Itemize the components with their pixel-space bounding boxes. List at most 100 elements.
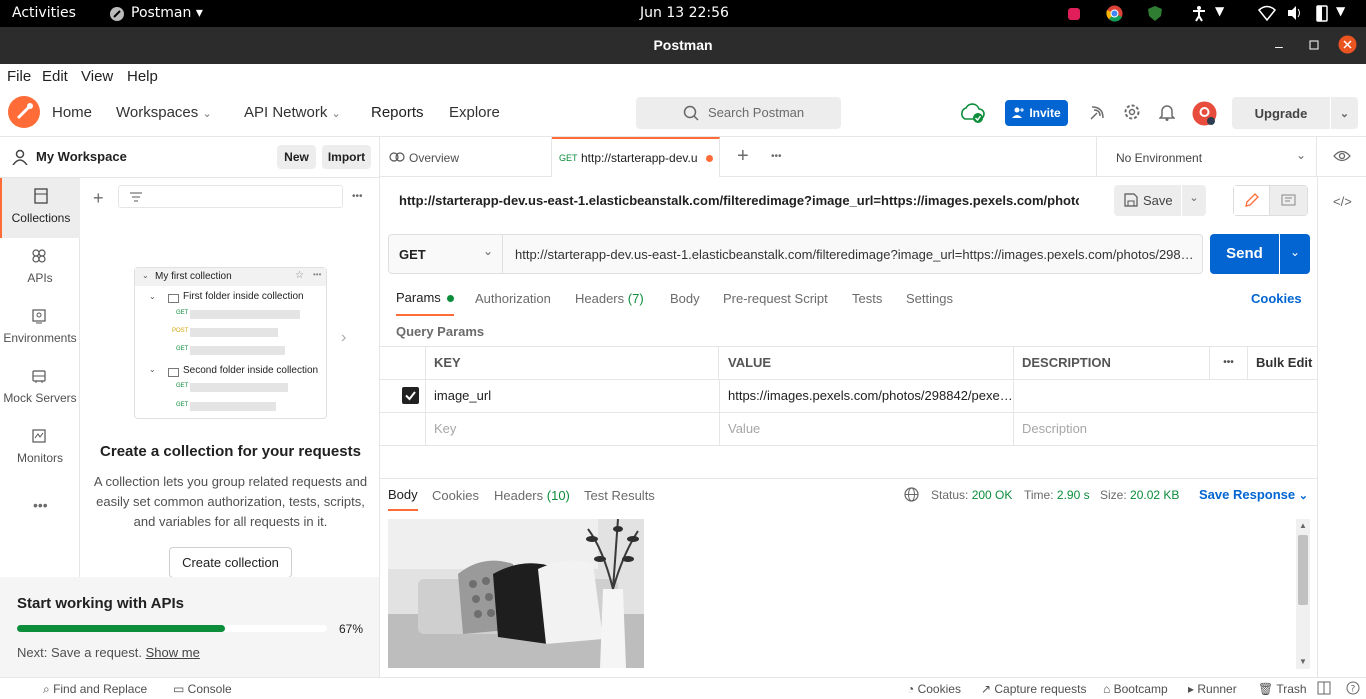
new-button[interactable]: New [277, 145, 316, 169]
save-response-button[interactable]: Save Response ⌄ [1199, 487, 1308, 502]
subtab-params[interactable]: Params [396, 290, 455, 316]
app-menu-button[interactable]: Postman ▾ [131, 5, 203, 21]
param-value-input[interactable]: https://images.pexels.com/photos/298842/… [720, 380, 1014, 412]
sync-status-icon[interactable] [959, 101, 985, 128]
maximize-icon[interactable] [1309, 38, 1319, 53]
eye-icon[interactable] [1333, 150, 1351, 165]
globe-icon[interactable] [904, 487, 919, 505]
sidebar-item-mock-servers[interactable]: Mock Servers [0, 358, 80, 418]
sidebar-item-environments[interactable]: Environments [0, 298, 80, 358]
subtab-authorization[interactable]: Authorization [475, 291, 551, 306]
subtab-tests[interactable]: Tests [852, 291, 882, 306]
filter-input[interactable] [118, 185, 343, 208]
cookies-button[interactable]: ◔ Cookies [907, 682, 961, 696]
upgrade-button[interactable]: Upgrade [1232, 97, 1330, 129]
response-tab-body[interactable]: Body [388, 487, 418, 511]
postman-logo-icon[interactable] [8, 96, 40, 131]
minimize-icon[interactable]: – [1275, 38, 1283, 54]
search-box[interactable]: Search Postman [636, 97, 841, 129]
table-options-icon[interactable]: ••• [1210, 346, 1248, 379]
create-collection-button[interactable]: Create collection [169, 547, 292, 578]
new-value-input[interactable]: Value [720, 413, 1014, 445]
nav-reports[interactable]: Reports [371, 104, 424, 121]
edit-pencil-icon[interactable] [1234, 186, 1270, 215]
add-user-icon [1012, 106, 1025, 121]
clock[interactable]: Jun 13 22:56 [640, 5, 729, 21]
menu-help[interactable]: Help [127, 68, 158, 85]
runner-button[interactable]: ▸ Runner [1188, 682, 1237, 696]
sidebar-item-apis[interactable]: APIs [0, 238, 80, 298]
new-tab-icon[interactable]: + [737, 145, 749, 168]
avatar[interactable] [1192, 101, 1217, 129]
code-snippet-icon[interactable]: </> [1333, 194, 1352, 209]
help-icon[interactable]: ? [1346, 681, 1360, 698]
send-button[interactable]: Send [1210, 234, 1279, 274]
workspace-name[interactable]: My Workspace [36, 149, 127, 164]
response-scrollbar[interactable]: ▲ ▼ [1296, 519, 1310, 669]
menu-file[interactable]: File [7, 68, 31, 85]
response-tab-cookies[interactable]: Cookies [432, 488, 479, 503]
param-key-input[interactable]: image_url [426, 380, 720, 412]
satellite-icon[interactable] [1088, 104, 1106, 125]
save-button[interactable]: Save [1114, 185, 1181, 216]
upgrade-dropdown-chevron-icon[interactable]: ⌄ [1331, 97, 1358, 129]
cookies-link[interactable]: Cookies [1251, 291, 1302, 306]
subtab-headers[interactable]: Headers (7) [575, 291, 644, 306]
subtab-body[interactable]: Body [670, 291, 700, 306]
bootcamp-button[interactable]: ⌂ Bootcamp [1103, 682, 1168, 696]
url-input[interactable]: http://starterapp-dev.us-east-1.elasticb… [515, 247, 1195, 262]
two-pane-icon[interactable] [1317, 681, 1331, 698]
response-tab-test-results[interactable]: Test Results [584, 488, 655, 503]
nav-home[interactable]: Home [52, 104, 92, 121]
slack-icon[interactable] [1066, 6, 1082, 26]
menu-view[interactable]: View [81, 68, 113, 85]
menu-edit[interactable]: Edit [42, 68, 68, 85]
sidebar-item-monitors[interactable]: Monitors [0, 418, 80, 478]
battery-icon[interactable] [1315, 4, 1329, 26]
send-dropdown-chevron-icon[interactable]: ⌄ [1280, 234, 1310, 274]
nav-api-network[interactable]: API Network ⌄ [244, 104, 341, 121]
method-select[interactable]: GET ⌄ [389, 235, 503, 273]
activities-button[interactable]: Activities [12, 5, 76, 21]
scrollbar-thumb[interactable] [1298, 535, 1308, 605]
tabs-more-icon[interactable]: ••• [771, 151, 782, 162]
param-description-input[interactable] [1014, 380, 1317, 412]
row-enabled-checkbox[interactable] [402, 387, 419, 404]
subtab-settings[interactable]: Settings [906, 291, 953, 306]
import-button[interactable]: Import [322, 145, 371, 169]
bulk-edit-button[interactable]: Bulk Edit [1248, 346, 1317, 379]
volume-icon[interactable] [1286, 5, 1304, 25]
nav-explore[interactable]: Explore [449, 104, 500, 121]
shield-icon[interactable] [1147, 5, 1163, 26]
notifications-bell-icon[interactable] [1158, 103, 1176, 124]
new-description-input[interactable]: Description [1014, 413, 1317, 445]
response-tab-headers[interactable]: Headers (10) [494, 488, 570, 503]
capture-requests-button[interactable]: ↗ Capture requests [981, 682, 1086, 696]
show-me-link[interactable]: Show me [146, 645, 200, 660]
chrome-icon[interactable] [1106, 5, 1123, 26]
close-icon[interactable] [1338, 35, 1357, 57]
subtab-prerequest-script[interactable]: Pre-request Script [723, 291, 828, 306]
chevron-down-icon[interactable]: ▼ [1215, 4, 1224, 18]
settings-gear-icon[interactable] [1123, 103, 1141, 124]
wifi-icon[interactable] [1257, 5, 1277, 25]
accessibility-icon[interactable] [1191, 5, 1207, 26]
system-menu-chevron-icon[interactable]: ▼ [1336, 4, 1345, 18]
invite-button[interactable]: Invite [1005, 100, 1068, 126]
new-key-input[interactable]: Key [426, 413, 720, 445]
sidebar-item-collections[interactable]: Collections [0, 178, 80, 238]
app-menu-icon [109, 6, 125, 26]
request-name[interactable]: http://starterapp-dev.us-east-1.elasticb… [399, 193, 1079, 208]
console-button[interactable]: ▭ Console [173, 682, 232, 696]
save-dropdown-chevron-icon[interactable]: ⌄ [1182, 185, 1206, 216]
trash-button[interactable]: 🗑 Trash [1258, 682, 1307, 696]
tab-overview[interactable]: Overview [380, 137, 552, 177]
find-replace-button[interactable]: ⌕ Find and Replace [43, 682, 147, 697]
environment-select[interactable]: No Environment ⌄ [1096, 137, 1317, 177]
tab-active-request[interactable]: GET http://starterapp-dev.u [552, 137, 720, 177]
nav-workspaces[interactable]: Workspaces ⌄ [116, 104, 212, 121]
add-collection-icon[interactable]: + [93, 188, 104, 209]
collections-menu-icon[interactable]: ••• [352, 191, 363, 202]
more-options-icon[interactable]: ••• [33, 497, 48, 513]
comments-icon[interactable] [1270, 186, 1307, 215]
